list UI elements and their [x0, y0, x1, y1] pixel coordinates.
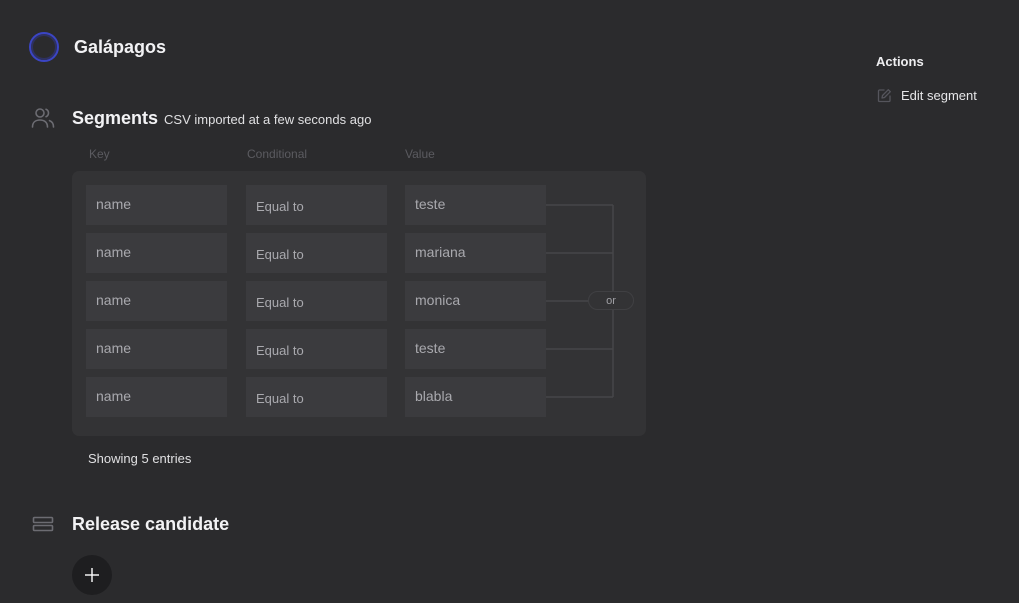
project-avatar: [29, 32, 59, 62]
edit-segment-action[interactable]: Edit segment: [876, 87, 977, 103]
entries-count: Showing 5 entries: [88, 451, 192, 466]
column-header-key: Key: [89, 147, 110, 161]
column-header-value: Value: [405, 147, 435, 161]
project-title: Galápagos: [74, 36, 167, 57]
segments-subtitle: CSV imported at a few seconds ago: [164, 111, 372, 127]
actions-panel: Actions Edit segment: [876, 54, 977, 103]
rule-key-field[interactable]: name: [86, 329, 227, 369]
rule-value-field[interactable]: teste: [405, 329, 546, 369]
rule-key-field[interactable]: name: [86, 377, 227, 417]
actions-title: Actions: [876, 54, 924, 69]
project-header: Galápagos: [29, 32, 166, 62]
rule-conditional-field[interactable]: Equal to: [246, 185, 387, 225]
column-header-conditional: Conditional: [247, 147, 308, 161]
rule-conditional-field[interactable]: Equal to: [246, 377, 387, 417]
edit-icon: [876, 87, 892, 103]
or-operator-badge: or: [588, 291, 634, 310]
rule-value-field[interactable]: mariana: [405, 233, 546, 273]
users-icon: [30, 106, 56, 130]
rules-card: name Equal to teste name Equal to marian…: [72, 171, 646, 436]
release-heading: Release candidate: [30, 512, 229, 536]
list-icon: [30, 512, 56, 536]
rule-key-field[interactable]: name: [86, 281, 227, 321]
rule-value-field[interactable]: monica: [405, 281, 546, 321]
rule-conditional-field[interactable]: Equal to: [246, 281, 387, 321]
rule-value-field[interactable]: teste: [405, 185, 546, 225]
rule-key-field[interactable]: name: [86, 233, 227, 273]
rule-key-field[interactable]: name: [86, 185, 227, 225]
release-title: Release candidate: [72, 513, 230, 534]
segments-heading: Segments CSV imported at a few seconds a…: [30, 106, 371, 130]
plus-icon: [85, 568, 99, 582]
rule-conditional-field[interactable]: Equal to: [246, 329, 387, 369]
rule-conditional-field[interactable]: Equal to: [246, 233, 387, 273]
segments-title: Segments: [72, 107, 159, 128]
rule-value-field[interactable]: blabla: [405, 377, 546, 417]
edit-segment-label: Edit segment: [901, 87, 977, 103]
add-release-button[interactable]: [72, 555, 112, 595]
page: Galápagos Segments CSV imported at a few…: [0, 0, 1019, 603]
